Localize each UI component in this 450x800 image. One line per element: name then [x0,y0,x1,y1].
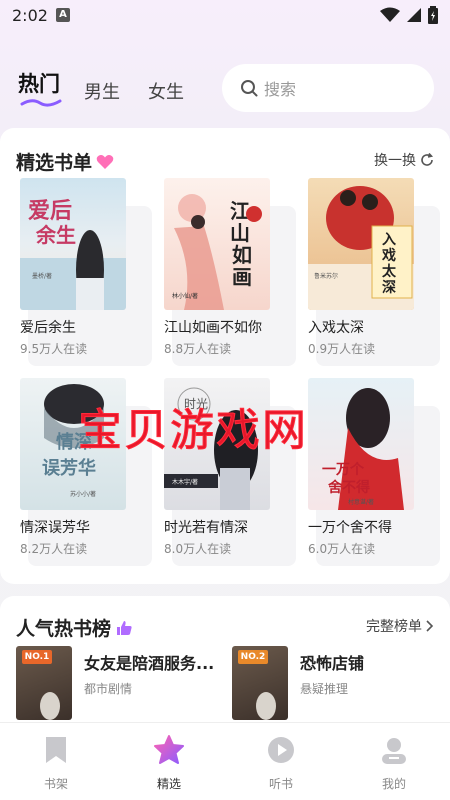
book-readers: 8.0万人在读 [164,542,232,556]
nav-listen[interactable]: 听书 [251,733,311,792]
nav-label: 我的 [381,777,406,791]
refresh-label: 换一换 [374,153,416,169]
book-title: 江山如画不如你 [164,320,262,336]
svg-text:入: 入 [382,232,396,248]
svg-text:深: 深 [382,279,396,296]
refresh-icon [421,153,434,166]
rank-badge: NO.1 [22,650,52,664]
rank-cover: NO.2 [232,646,288,720]
book-readers: 6.0万人在读 [308,542,376,556]
cover-art: 爱后 余生 墨桥/著 [20,198,126,310]
status-bar: 2:02 A [0,0,450,30]
book-title: 一万个舍不得 [308,520,392,536]
rank-genre: 悬疑推理 [300,682,349,696]
signal-icon [407,8,421,22]
tab-hot[interactable]: 热门 [18,68,60,98]
tab-active-indicator [20,99,62,107]
status-time: 2:02 [12,6,48,25]
rank-genre: 都市剧情 [84,682,133,696]
nav-bookshelf[interactable]: 书架 [26,733,86,792]
nav-me[interactable]: 我的 [364,733,424,792]
svg-text:画: 画 [232,265,252,289]
featured-title: 精选书单 [16,148,114,175]
svg-text:戏: 戏 [381,247,396,264]
star-icon [154,735,184,764]
book-title: 入戏太深 [308,320,364,336]
nav-label: 书架 [43,777,68,791]
featured-panel: 精选书单 换一换 爱后 余生 墨桥/著 爱后余生 9.5万人在读 江 山 如 画… [0,128,450,584]
rank-title: 女友是陪酒服务... [84,654,215,673]
nav-label: 听书 [268,777,293,791]
svg-text:村意谌/著: 村意谌/著 [348,498,374,506]
book-readers: 8.8万人在读 [164,342,232,356]
book-card-6[interactable]: 一万个 舍不得 村意谌/著 一万个舍不得 6.0万人在读 [306,378,440,568]
nav-featured[interactable]: 精选 [139,733,199,792]
refresh-button[interactable]: 换一换 [374,150,434,170]
book-cover: 江 山 如 画 林小仙/著 [164,178,270,310]
search-placeholder: 搜索 [264,80,297,99]
book-cover: 一万个 舍不得 村意谌/著 [308,378,414,510]
tab-girl[interactable]: 女生 [148,78,184,104]
battery-icon [428,6,438,24]
svg-text:鲁米苏尔: 鲁米苏尔 [314,272,338,280]
book-cover: 入 戏 太 深 鲁米苏尔 [308,178,414,310]
rank-item-1[interactable]: NO.1 女友是陪酒服务... 都市剧情 [16,646,226,720]
hot-list-panel: 人气热书榜 完整榜单 NO.1 女友是陪酒服务... 都市剧情 NO.2 恐怖店… [0,596,450,726]
wifi-icon [380,7,400,22]
cover-art: 江 山 如 画 林小仙/著 [172,194,262,310]
book-readers: 9.5万人在读 [20,342,88,356]
cover-art: 一万个 舍不得 村意谌/著 [322,388,404,510]
notification-icon: A [56,8,70,22]
svg-text:舍不得: 舍不得 [327,479,370,496]
book-cover: 爱后 余生 墨桥/著 [20,178,126,310]
svg-text:山: 山 [230,221,250,245]
bottom-nav: 书架 精选 听书 我的 [0,722,450,800]
svg-text:余生: 余生 [35,223,76,247]
heart-icon [96,154,114,169]
chevron-right-icon [426,620,434,632]
book-card-2[interactable]: 江 山 如 画 林小仙/著 江山如画不如你 8.8万人在读 [162,178,296,368]
rank-item-2[interactable]: NO.2 恐怖店铺 悬疑推理 [232,646,432,720]
hot-list-title: 人气热书榜 [16,614,133,641]
featured-title-text: 精选书单 [16,152,93,174]
play-icon [268,737,294,763]
cover-art: 入 戏 太 深 鲁米苏尔 [308,186,414,310]
full-list-button[interactable]: 完整榜单 [366,616,434,636]
watermark: 宝贝游戏网 [78,405,308,457]
book-title: 时光若有情深 [164,520,248,536]
full-list-label: 完整榜单 [366,619,422,635]
svg-text:误芳华: 误芳华 [42,457,96,479]
tab-boy[interactable]: 男生 [84,78,120,104]
book-card-3[interactable]: 入 戏 太 深 鲁米苏尔 入戏太深 0.9万人在读 [306,178,440,368]
book-readers: 8.2万人在读 [20,542,88,556]
book-card-1[interactable]: 爱后 余生 墨桥/著 爱后余生 9.5万人在读 [18,178,152,368]
svg-text:墨桥/著: 墨桥/著 [32,272,52,280]
hot-list-title-text: 人气热书榜 [16,618,112,640]
svg-text:一万个: 一万个 [322,461,365,478]
bookmark-icon [46,737,66,763]
rank-cover: NO.1 [16,646,72,720]
svg-text:太: 太 [382,263,397,280]
nav-label: 精选 [156,777,181,791]
search-input[interactable]: 搜索 [222,64,434,112]
rank-badge: NO.2 [238,650,268,664]
svg-text:林小仙/著: 林小仙/著 [172,292,198,300]
book-title: 情深误芳华 [20,520,90,536]
svg-text:如: 如 [232,243,252,267]
search-icon [241,80,258,97]
book-readers: 0.9万人在读 [308,342,376,356]
rank-title: 恐怖店铺 [300,654,365,673]
svg-text:木木宇/著: 木木宇/著 [172,478,198,486]
user-icon [382,738,406,764]
svg-text:苏小小/著: 苏小小/著 [70,490,96,498]
book-title: 爱后余生 [20,320,76,336]
status-icons [380,6,438,24]
thumbs-up-icon [117,620,132,635]
svg-text:爱后: 爱后 [28,198,72,224]
